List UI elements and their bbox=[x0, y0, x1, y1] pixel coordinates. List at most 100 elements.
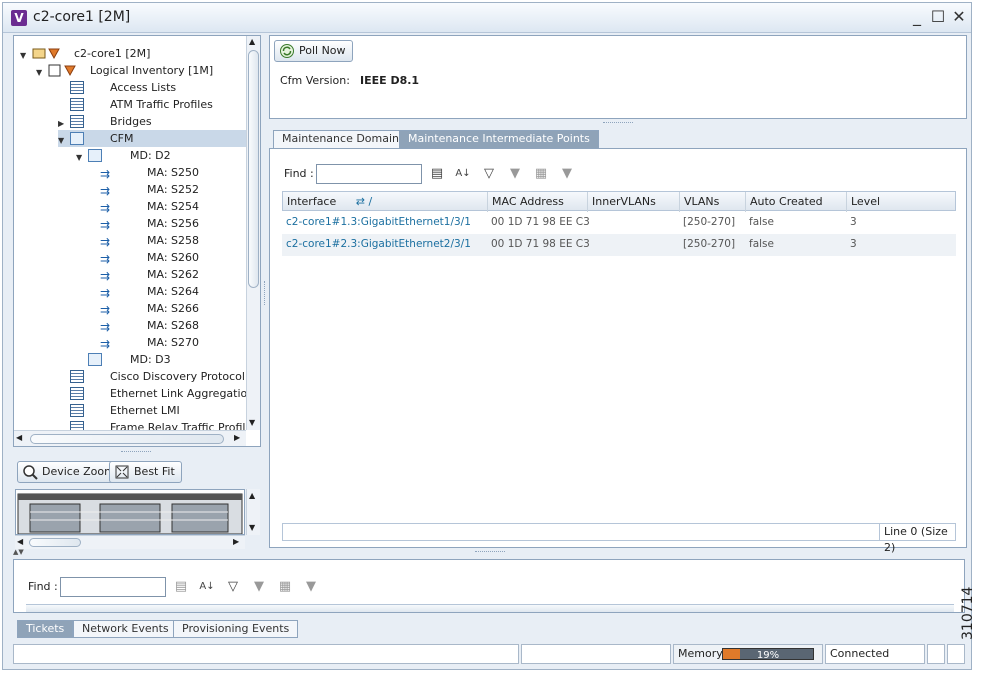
mip-table-panel: Find : ▤ A↓ ▽ ▼ ▦ ▼ Interface ⇄ / MAC Ad… bbox=[269, 148, 967, 554]
advanced-filter-icon[interactable]: ▼ bbox=[250, 578, 268, 596]
find-input[interactable] bbox=[316, 164, 422, 184]
overview-panel: Device Zoom Best Fit ▲ ▼ ◀ ▶ bbox=[13, 457, 261, 549]
inventory-tree: ▼ c2-core1 [2M] ▼ Logical Inventory [1M]… bbox=[14, 36, 246, 430]
association-icon: ⇉ bbox=[100, 286, 111, 300]
main-window: V c2-core1 [2M] _ ☐ ✕ ▼ c2-core1 [2M] ▼ … bbox=[2, 2, 972, 670]
chassis-image bbox=[17, 493, 243, 534]
maximize-icon[interactable]: ☐ bbox=[928, 7, 948, 27]
close-icon[interactable]: ✕ bbox=[949, 7, 969, 27]
column-header-level[interactable]: Level bbox=[847, 192, 955, 212]
scroll-right-icon[interactable]: ▶ bbox=[234, 433, 240, 442]
tree-horizontal-scrollbar[interactable]: ◀ ▶ bbox=[14, 430, 246, 446]
table-properties-icon[interactable]: ▤ bbox=[172, 578, 190, 596]
status-message bbox=[13, 644, 519, 664]
tab-maintenance-intermediate-points[interactable]: Maintenance Intermediate Points bbox=[399, 130, 599, 148]
events-find-input[interactable] bbox=[60, 577, 166, 597]
figure-id: 310714 bbox=[960, 586, 976, 640]
domain-icon bbox=[88, 353, 102, 366]
status-bar: Memory: 19% Connected bbox=[13, 644, 971, 666]
list-icon bbox=[70, 115, 84, 128]
device-zoom-button[interactable]: Device Zoom bbox=[17, 461, 122, 483]
list-icon bbox=[70, 421, 84, 430]
app-logo-icon: V bbox=[11, 10, 27, 26]
association-icon: ⇉ bbox=[100, 235, 111, 249]
fit-icon bbox=[114, 464, 130, 480]
clear-filter-icon[interactable]: ▼ bbox=[302, 578, 320, 596]
list-icon bbox=[70, 404, 84, 417]
vertical-splitter-grip[interactable] bbox=[264, 281, 267, 305]
tab-network-events[interactable]: Network Events bbox=[73, 620, 178, 638]
filter-icon[interactable]: ▽ bbox=[224, 578, 242, 596]
table-properties-icon[interactable]: ▤ bbox=[428, 165, 446, 183]
association-icon: ⇉ bbox=[100, 252, 111, 266]
cfm-version-label: Cfm Version: bbox=[280, 74, 350, 87]
column-header-vlans[interactable]: VLANs bbox=[680, 192, 746, 212]
list-icon bbox=[70, 370, 84, 383]
collapse-arrows-icon[interactable]: ▲▼ bbox=[13, 548, 24, 556]
device-icon bbox=[32, 47, 62, 60]
column-header-auto-created[interactable]: Auto Created bbox=[746, 192, 847, 212]
splitter-grip[interactable] bbox=[603, 122, 633, 125]
association-icon: ⇉ bbox=[100, 320, 111, 334]
refresh-icon bbox=[279, 43, 295, 59]
list-icon bbox=[70, 98, 84, 111]
sort-indicator-icon: ⇄ / bbox=[355, 195, 373, 208]
sort-icon[interactable]: A↓ bbox=[198, 578, 216, 596]
table-row[interactable]: c2-core1#2.3:GigabitEthernet2/3/1 00 1D … bbox=[282, 234, 956, 256]
scroll-left-icon[interactable]: ◀ bbox=[17, 537, 23, 546]
column-header-interface[interactable]: Interface ⇄ / bbox=[283, 192, 488, 212]
title-bar: V c2-core1 [2M] _ ☐ ✕ bbox=[3, 3, 971, 33]
cfm-icon bbox=[70, 132, 84, 145]
export-icon[interactable]: ▦ bbox=[532, 165, 550, 183]
cfm-version-value: IEEE D8.1 bbox=[360, 74, 420, 87]
tab-tickets[interactable]: Tickets bbox=[17, 620, 74, 638]
scroll-thumb[interactable] bbox=[30, 434, 224, 444]
device-overview[interactable] bbox=[15, 489, 245, 535]
domain-icon bbox=[88, 149, 102, 162]
overview-horizontal-scrollbar[interactable]: ◀ ▶ bbox=[15, 535, 245, 549]
status-cell bbox=[947, 644, 965, 664]
tree-item-cfm[interactable]: ▼ CFM bbox=[58, 130, 246, 147]
scroll-down-icon[interactable]: ▼ bbox=[249, 523, 255, 532]
overview-vertical-scrollbar[interactable]: ▲ ▼ bbox=[246, 489, 260, 535]
minimize-icon[interactable]: _ bbox=[907, 7, 927, 27]
tree-vertical-scrollbar[interactable]: ▲ ▼ bbox=[246, 36, 260, 430]
list-icon bbox=[70, 387, 84, 400]
poll-now-button[interactable]: Poll Now bbox=[274, 40, 353, 62]
column-header-mac-address[interactable]: MAC Address bbox=[488, 192, 588, 212]
sort-icon[interactable]: A↓ bbox=[454, 165, 472, 183]
best-fit-button[interactable]: Best Fit bbox=[109, 461, 182, 483]
events-table-header bbox=[26, 604, 954, 612]
table-row[interactable]: c2-core1#1.3:GigabitEthernet1/3/1 00 1D … bbox=[282, 212, 956, 234]
tab-maintenance-domains[interactable]: Maintenance Domains bbox=[273, 130, 414, 148]
scroll-down-icon[interactable]: ▼ bbox=[249, 418, 255, 427]
find-label: Find : bbox=[28, 580, 58, 593]
memory-indicator: Memory: 19% bbox=[673, 644, 823, 664]
export-icon[interactable]: ▦ bbox=[276, 578, 294, 596]
column-header-inner-vlans[interactable]: InnerVLANs bbox=[588, 192, 680, 212]
events-panel: Find : ▤ A↓ ▽ ▼ ▦ ▼ bbox=[13, 559, 965, 613]
list-icon bbox=[70, 81, 84, 94]
table-footer: Line 0 (Size 2) bbox=[282, 523, 956, 554]
scroll-up-icon[interactable]: ▲ bbox=[249, 491, 255, 500]
scroll-up-icon[interactable]: ▲ bbox=[249, 37, 255, 46]
splitter-grip[interactable] bbox=[475, 551, 505, 554]
splitter-grip[interactable] bbox=[121, 451, 151, 454]
scroll-thumb[interactable] bbox=[29, 538, 81, 547]
scroll-right-icon[interactable]: ▶ bbox=[233, 537, 239, 546]
connection-status: Connected bbox=[825, 644, 925, 664]
zoom-icon bbox=[22, 464, 38, 480]
memory-percent: 19% bbox=[756, 650, 780, 661]
advanced-filter-icon[interactable]: ▼ bbox=[506, 165, 524, 183]
scroll-left-icon[interactable]: ◀ bbox=[16, 433, 22, 442]
scroll-thumb[interactable] bbox=[248, 50, 259, 288]
find-label: Find : bbox=[284, 167, 314, 180]
inventory-icon bbox=[48, 64, 78, 77]
row-count: Line 0 (Size 2) bbox=[879, 524, 955, 554]
filter-icon[interactable]: ▽ bbox=[480, 165, 498, 183]
clear-filter-icon[interactable]: ▼ bbox=[558, 165, 576, 183]
tab-provisioning-events[interactable]: Provisioning Events bbox=[173, 620, 299, 638]
association-icon: ⇉ bbox=[100, 218, 111, 232]
association-icon: ⇉ bbox=[100, 167, 111, 181]
window-title: c2-core1 [2M] bbox=[33, 9, 131, 25]
